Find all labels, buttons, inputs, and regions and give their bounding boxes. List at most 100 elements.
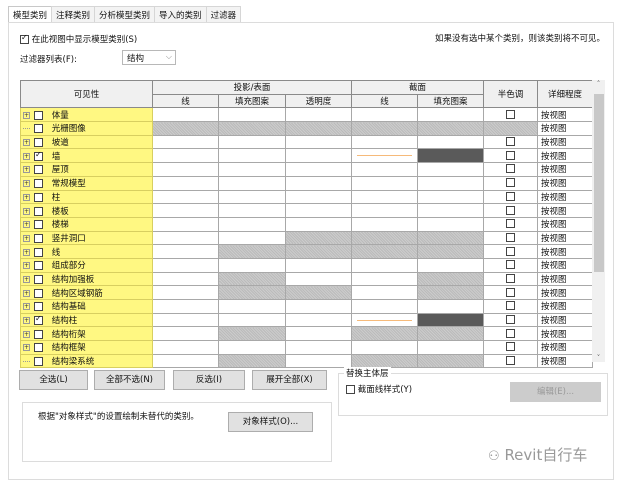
detail-level-cell[interactable]: 按视图 — [537, 244, 593, 259]
expand-icon[interactable]: + — [23, 248, 30, 256]
table-row[interactable]: + 结构框架 按视图 — [20, 340, 593, 355]
projection-lines-cell[interactable] — [152, 312, 219, 328]
halftone-cell[interactable] — [483, 203, 538, 218]
cut-lines-cell[interactable] — [351, 203, 418, 218]
transparency-cell[interactable] — [285, 189, 352, 205]
visibility-checkbox[interactable] — [34, 138, 43, 148]
visibility-checkbox[interactable] — [34, 343, 43, 353]
expand-icon[interactable]: + — [23, 234, 30, 242]
checkbox[interactable] — [346, 385, 355, 394]
detail-level-cell[interactable]: 按视图 — [537, 175, 593, 191]
expand-icon[interactable]: + — [23, 262, 30, 270]
halftone-cell[interactable] — [483, 285, 538, 300]
select-none-button[interactable]: 全部不选(N) — [94, 370, 165, 390]
visibility-cell[interactable]: + 体量 — [20, 107, 153, 123]
halftone-checkbox[interactable] — [506, 260, 515, 270]
visibility-cell[interactable]: + 结构柱 — [20, 312, 153, 328]
expand-icon[interactable]: + — [23, 317, 30, 325]
table-row[interactable]: + 楼梯 按视图 — [20, 216, 593, 232]
expand-all-button[interactable]: 展开全部(X) — [252, 370, 327, 390]
cut-lines-cell[interactable] — [351, 162, 418, 177]
projection-patterns-cell[interactable] — [218, 340, 286, 355]
visibility-checkbox[interactable] — [34, 288, 43, 298]
cut-patterns-cell[interactable] — [417, 148, 484, 164]
projection-lines-cell[interactable] — [152, 340, 219, 355]
scroll-down-icon[interactable]: ˅ — [592, 354, 605, 362]
cut-lines-cell[interactable] — [351, 134, 418, 150]
cut-lines-cell[interactable] — [351, 312, 418, 328]
visibility-cell[interactable]: + 楼板 — [20, 203, 153, 218]
visibility-checkbox[interactable] — [34, 314, 43, 326]
halftone-cell[interactable] — [483, 299, 538, 314]
detail-level-cell[interactable]: 按视图 — [537, 230, 593, 246]
header-visibility[interactable]: 可见性 — [20, 79, 153, 109]
projection-lines-cell[interactable] — [152, 134, 219, 150]
invert-button[interactable]: 反选(I) — [173, 370, 245, 390]
table-row[interactable]: + 结构基础 按视图 — [20, 299, 593, 314]
expand-icon[interactable]: + — [23, 207, 30, 215]
visibility-checkbox[interactable] — [34, 220, 43, 230]
cut-lines-cell[interactable] — [351, 175, 418, 191]
projection-patterns-cell[interactable] — [218, 175, 286, 191]
expand-icon[interactable]: + — [23, 344, 30, 352]
visibility-cell[interactable]: + 结构框架 — [20, 340, 153, 355]
tab-annotation-categories[interactable]: 注释类别 — [51, 6, 96, 22]
halftone-checkbox[interactable] — [506, 191, 515, 201]
detail-level-cell[interactable]: 按视图 — [537, 107, 593, 123]
halftone-checkbox[interactable] — [506, 219, 515, 229]
halftone-checkbox[interactable] — [506, 205, 515, 215]
visibility-checkbox[interactable] — [34, 150, 43, 161]
cut-patterns-cell[interactable] — [417, 162, 484, 177]
visibility-cell[interactable]: + 柱 — [20, 189, 153, 205]
table-row[interactable]: + 墙 按视图 — [20, 148, 593, 164]
halftone-cell[interactable] — [483, 244, 538, 259]
visibility-checkbox[interactable] — [34, 302, 43, 312]
cut-lines-cell[interactable] — [351, 107, 418, 123]
expand-icon[interactable]: + — [23, 303, 30, 311]
visibility-cell[interactable]: 光栅图像 — [20, 121, 153, 136]
halftone-checkbox[interactable] — [506, 178, 515, 188]
halftone-cell[interactable] — [483, 312, 538, 328]
projection-lines-cell[interactable] — [152, 285, 219, 300]
detail-level-cell[interactable]: 按视图 — [537, 203, 593, 218]
detail-level-cell[interactable]: 按视图 — [537, 257, 593, 273]
detail-level-cell[interactable]: 按视图 — [537, 162, 593, 177]
transparency-cell[interactable] — [285, 134, 352, 150]
visibility-cell[interactable]: + 坡道 — [20, 134, 153, 150]
projection-lines-cell[interactable] — [152, 162, 219, 177]
halftone-checkbox[interactable] — [506, 356, 515, 366]
detail-level-cell[interactable]: 按视图 — [537, 340, 593, 355]
visibility-cell[interactable]: + 结构加强板 — [20, 271, 153, 287]
halftone-cell[interactable] — [483, 162, 538, 177]
cut-lines-cell[interactable] — [351, 189, 418, 205]
transparency-cell[interactable] — [285, 340, 352, 355]
visibility-checkbox[interactable] — [34, 165, 43, 175]
projection-lines-cell[interactable] — [152, 244, 219, 259]
visibility-checkbox[interactable] — [34, 124, 43, 134]
cut-patterns-cell[interactable] — [417, 189, 484, 205]
transparency-cell[interactable] — [285, 162, 352, 177]
visibility-checkbox[interactable] — [34, 261, 43, 271]
detail-level-cell[interactable]: 按视图 — [537, 148, 593, 164]
expand-icon[interactable]: + — [23, 152, 30, 160]
visibility-cell[interactable]: + 结构区域钢筋 — [20, 285, 153, 300]
projection-patterns-cell[interactable] — [218, 299, 286, 314]
visibility-checkbox[interactable] — [34, 329, 43, 339]
cut-patterns-cell[interactable] — [417, 134, 484, 150]
projection-patterns-cell[interactable] — [218, 189, 286, 205]
table-row[interactable]: + 线 按视图 — [20, 244, 593, 259]
cut-patterns-cell[interactable] — [417, 175, 484, 191]
cut-patterns-cell[interactable] — [417, 299, 484, 314]
transparency-cell[interactable] — [285, 299, 352, 314]
cut-patterns-cell[interactable] — [417, 257, 484, 273]
detail-level-cell[interactable]: 按视图 — [537, 285, 593, 300]
table-row[interactable]: 结构梁系统 按视图 — [20, 353, 593, 369]
expand-icon[interactable]: + — [23, 111, 30, 119]
halftone-checkbox[interactable] — [506, 273, 515, 283]
table-row[interactable]: 光栅图像 按视图 — [20, 121, 593, 136]
select-all-button[interactable]: 全选(L) — [19, 370, 88, 390]
projection-patterns-cell[interactable] — [218, 162, 286, 177]
projection-lines-cell[interactable] — [152, 148, 219, 164]
halftone-cell[interactable] — [483, 148, 538, 164]
visibility-cell[interactable]: 结构梁系统 — [20, 353, 153, 369]
